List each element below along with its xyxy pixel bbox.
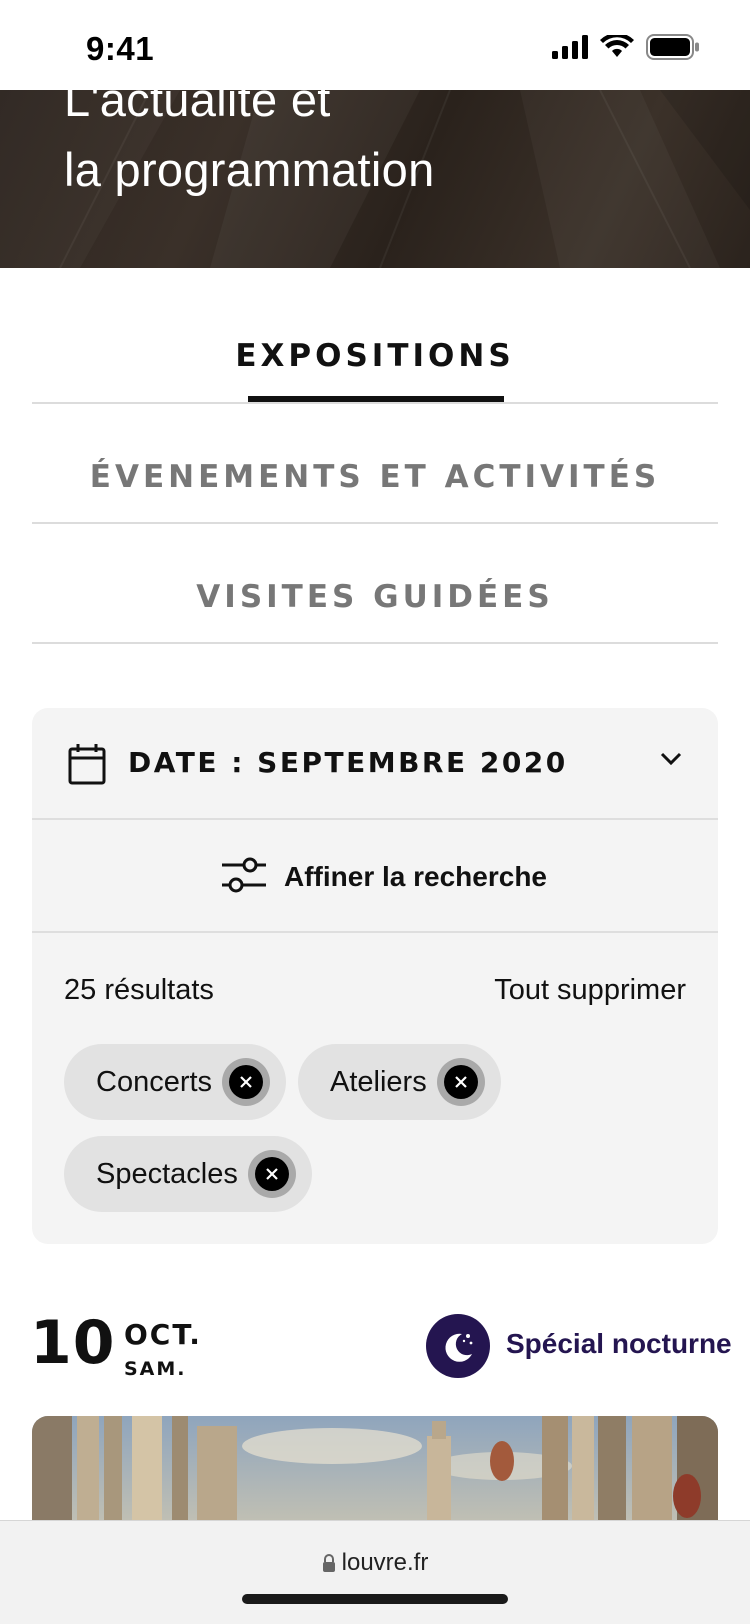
tab-expositions[interactable]: EXPOSITIONS	[32, 338, 718, 374]
chip-label: Ateliers	[330, 1065, 427, 1098]
close-icon	[454, 1076, 467, 1088]
chip-label: Concerts	[96, 1065, 213, 1098]
filter-sliders-icon	[222, 857, 266, 893]
date-dropdown[interactable]: DATE : SEPTEMBRE 2020	[32, 708, 718, 820]
calendar-icon	[68, 744, 106, 785]
tab-visites-guidees[interactable]: VISITES GUIDÉES	[32, 579, 718, 615]
nocturne-badge	[426, 1314, 490, 1378]
close-icon	[240, 1076, 252, 1088]
nocturne-label: Spécial nocturne	[506, 1328, 732, 1359]
event-day-number: 10	[30, 1308, 116, 1378]
hero-title-line-2: la programmation	[64, 143, 435, 196]
event-image[interactable]	[32, 1416, 718, 1536]
url-display[interactable]: louvre.fr	[0, 1549, 750, 1577]
remove-chip-button[interactable]	[436, 1058, 485, 1106]
filter-panel: DATE : SEPTEMBRE 2020 Affiner la recherc…	[32, 708, 718, 1244]
refine-search-button[interactable]: Affiner la recherche	[32, 821, 718, 933]
refine-search-label: Affiner la recherche	[284, 861, 547, 892]
filter-chip-ateliers: Ateliers	[298, 1044, 501, 1120]
tab-divider	[32, 522, 718, 524]
status-icons	[552, 34, 700, 60]
clear-all-filters-button[interactable]: Tout supprimer	[494, 974, 686, 1007]
event-month: OCT.	[124, 1318, 202, 1351]
home-indicator	[242, 1594, 508, 1604]
moon-icon	[445, 1333, 473, 1362]
hero-title-line-1: L'actualité et	[64, 90, 331, 126]
signal-icon	[552, 35, 588, 59]
wifi-icon	[600, 35, 634, 57]
filter-chip-concerts: Concerts	[64, 1044, 287, 1120]
chip-label: Spectacles	[96, 1157, 238, 1190]
filter-chip-spectacles: Spectacles	[64, 1136, 312, 1212]
status-bar: 9:41	[0, 0, 750, 90]
tab-divider	[32, 642, 718, 644]
remove-chip-button[interactable]	[247, 1150, 296, 1198]
browser-address-bar[interactable]: louvre.fr	[0, 1520, 750, 1624]
close-icon	[266, 1168, 278, 1180]
lock-icon	[322, 1554, 335, 1572]
status-time: 9:41	[86, 30, 155, 67]
url-text: louvre.fr	[341, 1549, 429, 1576]
tab-evenements-activites[interactable]: ÉVENEMENTS ET ACTIVITÉS	[32, 459, 718, 495]
date-filter-label: DATE : SEPTEMBRE 2020	[128, 746, 568, 779]
event-weekday: SAM.	[124, 1358, 187, 1380]
results-count: 25 résultats	[64, 974, 214, 1006]
event-painting	[32, 1416, 718, 1536]
chevron-down-icon	[660, 752, 682, 766]
remove-chip-button[interactable]	[222, 1058, 271, 1106]
hero-banner: L'actualité et la programmation	[0, 90, 750, 268]
tab-divider	[32, 402, 718, 404]
battery-icon	[646, 34, 699, 60]
